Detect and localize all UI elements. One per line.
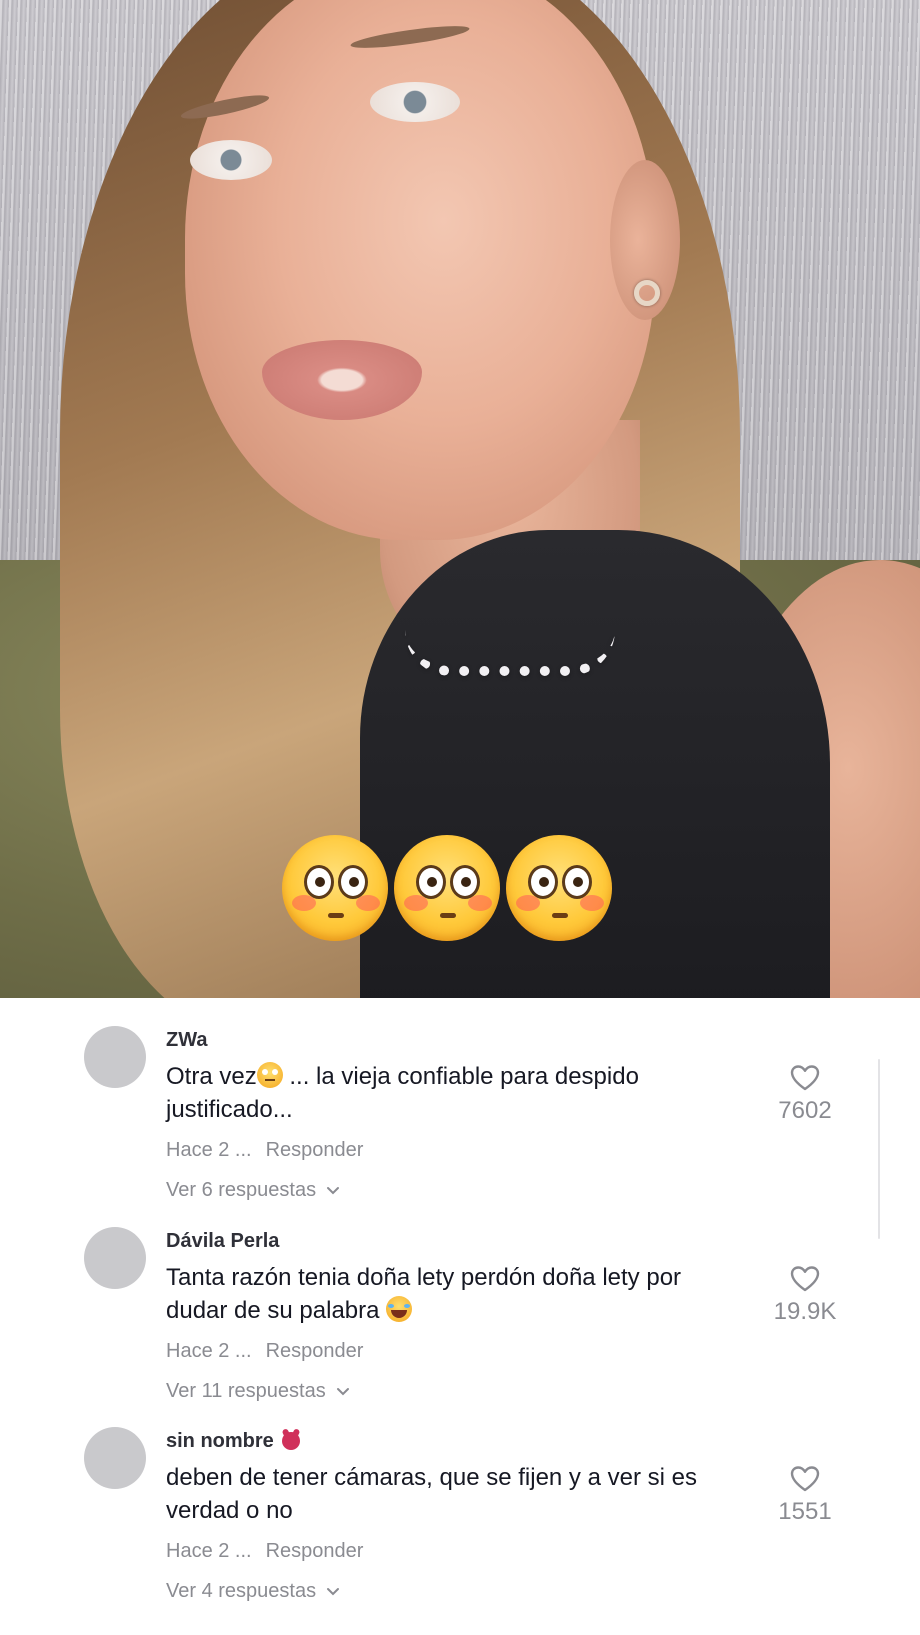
video-person-face (185, 0, 655, 540)
comment-meta: Hace 2 ... Responder (166, 1138, 736, 1162)
video-person-eye-right (370, 82, 460, 122)
comment-item: sin nombre deben de tener cámaras, que s… (0, 1399, 920, 1602)
flushed-face-icon (282, 835, 388, 941)
comment-timestamp: Hace 2 ... (166, 1139, 252, 1161)
comment-timestamp: Hace 2 ... (166, 1340, 252, 1362)
like-count: 1551 (778, 1498, 832, 1525)
video-person-necklace (405, 630, 615, 676)
tears-of-joy-icon (386, 1296, 413, 1322)
like-count: 19.9K (773, 1298, 837, 1325)
comment-text-part: Tanta razón tenia doña lety perdón doña … (166, 1264, 682, 1324)
comment-body: sin nombre deben de tener cámaras, que s… (166, 1429, 736, 1603)
avatar[interactable] (84, 1026, 146, 1088)
username-text[interactable]: sin nombre (166, 1429, 274, 1453)
comment-username[interactable]: sin nombre (166, 1429, 736, 1453)
comments-panel[interactable]: ZWa Otra vez ... la vieja confiable para… (0, 998, 920, 1635)
reply-button[interactable]: Responder (266, 1138, 364, 1162)
like-button[interactable]: 7602 (760, 1064, 850, 1126)
comment-body: Dávila Perla Tanta razón tenia doña lety… (166, 1229, 736, 1403)
comment-text: deben de tener cámaras, que se fijen y a… (166, 1461, 736, 1527)
comment-text: Tanta razón tenia doña lety perdón doña … (166, 1261, 736, 1327)
like-button[interactable]: 1551 (760, 1465, 850, 1527)
chevron-down-icon (336, 1388, 349, 1396)
devil-face-icon (281, 1432, 300, 1450)
reply-button[interactable]: Responder (266, 1539, 364, 1563)
flushed-face-icon (506, 835, 612, 941)
like-button[interactable]: 19.9K (760, 1265, 850, 1327)
comment-item: ZWa Otra vez ... la vieja confiable para… (0, 998, 920, 1201)
comment-text-part: deben de tener cámaras, que se fijen y a… (166, 1464, 697, 1524)
view-replies-button[interactable]: Ver 4 respuestas (166, 1579, 736, 1603)
flushed-face-icon (394, 835, 500, 941)
comment-timestamp: Hace 2 ... (166, 1540, 252, 1562)
overlay-emoji-row (282, 835, 612, 945)
avatar[interactable] (84, 1227, 146, 1289)
avatar[interactable] (84, 1427, 146, 1489)
heart-icon (790, 1065, 820, 1091)
video-player[interactable] (0, 0, 920, 998)
comment-username[interactable]: Dávila Perla (166, 1229, 736, 1253)
comment-meta: Hace 2 ... Responder (166, 1539, 736, 1563)
view-replies-label: Ver 4 respuestas (166, 1580, 317, 1602)
heart-icon (790, 1266, 820, 1292)
reply-button[interactable]: Responder (266, 1339, 364, 1363)
video-person-earring (634, 280, 660, 306)
username-text[interactable]: Dávila Perla (166, 1229, 279, 1253)
rolling-eyes-icon (256, 1062, 283, 1088)
comment-username[interactable]: ZWa (166, 1028, 736, 1052)
video-person-eye-left (190, 140, 272, 180)
comment-meta: Hace 2 ... Responder (166, 1339, 736, 1363)
chevron-down-icon (327, 1187, 340, 1195)
comment-body: ZWa Otra vez ... la vieja confiable para… (166, 1028, 736, 1202)
comment-text: Otra vez ... la vieja confiable para des… (166, 1060, 736, 1126)
username-text[interactable]: ZWa (166, 1028, 207, 1052)
comment-text-part: Otra vez (166, 1063, 257, 1090)
chevron-down-icon (327, 1588, 340, 1596)
comment-item: Dávila Perla Tanta razón tenia doña lety… (0, 1199, 920, 1402)
heart-icon (790, 1466, 820, 1492)
like-count: 7602 (778, 1097, 832, 1124)
